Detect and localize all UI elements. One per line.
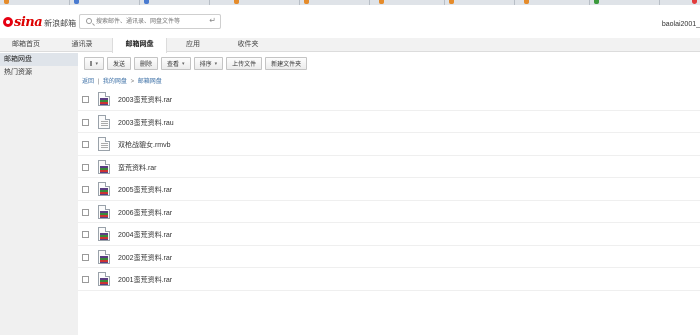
file-checkbox[interactable] bbox=[82, 118, 89, 126]
file-checkbox[interactable] bbox=[82, 253, 89, 261]
file-name[interactable]: 2006蛮荒资料.rar bbox=[118, 208, 172, 218]
file-name[interactable]: 蛮荒资料.rar bbox=[118, 163, 157, 173]
tab-apps[interactable]: 应用 bbox=[167, 38, 219, 52]
archive-icon bbox=[98, 227, 110, 241]
document-icon bbox=[98, 114, 110, 129]
file-name[interactable]: 双枪战貔女.rmvb bbox=[118, 140, 171, 150]
close-icon[interactable] bbox=[692, 0, 697, 4]
sidebar: 邮箱网盘 热门资源 bbox=[0, 53, 78, 335]
file-row[interactable]: 蛮荒资料.rar bbox=[78, 156, 700, 178]
file-row[interactable]: 2006蛮荒资料.rar bbox=[78, 201, 700, 223]
breadcrumb-root-link[interactable]: 我的网盘 bbox=[103, 79, 127, 85]
file-checkbox[interactable] bbox=[82, 276, 89, 283]
chevron-down-icon: ▾ bbox=[95, 60, 98, 67]
search-box[interactable]: ↵ bbox=[79, 14, 221, 29]
file-checkbox[interactable] bbox=[82, 96, 89, 103]
archive-icon bbox=[98, 249, 110, 264]
archive-icon bbox=[98, 92, 110, 106]
file-row[interactable]: 2001蛮荒资料.rar bbox=[78, 268, 700, 291]
header: sina 新浪邮箱 ↵ baolai2001_ bbox=[0, 5, 700, 38]
file-name[interactable]: 2002蛮荒资料.rar bbox=[118, 253, 172, 263]
breadcrumb-separator: > bbox=[130, 79, 135, 85]
view-dropdown[interactable]: 查看 ▾ bbox=[161, 57, 191, 70]
file-row[interactable]: 2002蛮荒资料.rar bbox=[78, 246, 700, 268]
breadcrumb-current: 邮箱网盘 bbox=[137, 79, 162, 85]
file-list: 2003蛮荒资料.rar 2003蛮荒资料.rau 双枪战貔女.rmvb 蛮荒资… bbox=[78, 88, 700, 291]
send-button[interactable]: 发送 bbox=[107, 57, 132, 70]
main-nav: 邮箱首页 通讯录 邮箱网盘 应用 收件夹 bbox=[0, 38, 700, 53]
select-all-dropdown[interactable]: ▾ bbox=[84, 57, 104, 70]
sort-dropdown[interactable]: 排序 ▾ bbox=[193, 57, 224, 70]
search-input[interactable] bbox=[96, 17, 208, 26]
breadcrumb-back-link[interactable]: 返回 bbox=[82, 79, 94, 85]
toolbar: ▾ 发送 删除 查看 ▾ 排序 ▾ 上传文件 新建文件夹 bbox=[84, 57, 308, 70]
file-row[interactable]: 2004蛮荒资料.rar bbox=[78, 223, 700, 246]
checkbox-icon bbox=[90, 61, 93, 66]
chevron-down-icon: ▾ bbox=[182, 60, 185, 67]
file-name[interactable]: 2005蛮荒资料.rar bbox=[118, 185, 172, 195]
file-name[interactable]: 2001蛮荒资料.rar bbox=[118, 275, 172, 285]
breadcrumb-separator: | bbox=[97, 79, 100, 85]
archive-icon bbox=[98, 204, 110, 219]
file-checkbox[interactable] bbox=[82, 141, 89, 148]
enter-icon[interactable]: ↵ bbox=[209, 16, 216, 25]
sina-eye-icon bbox=[3, 17, 13, 27]
sort-label: 排序 bbox=[199, 62, 212, 68]
new-folder-button[interactable]: 新建文件夹 bbox=[265, 57, 308, 70]
tab-netdisk[interactable]: 邮箱网盘 bbox=[112, 38, 167, 53]
file-name[interactable]: 2003蛮荒资料.rar bbox=[118, 95, 172, 105]
tab-contacts[interactable]: 通讯录 bbox=[52, 38, 112, 52]
view-label: 查看 bbox=[167, 62, 180, 68]
file-checkbox[interactable] bbox=[82, 186, 89, 193]
user-name[interactable]: baolai2001_ bbox=[662, 21, 700, 28]
file-checkbox[interactable] bbox=[82, 208, 89, 216]
file-checkbox[interactable] bbox=[82, 231, 89, 238]
file-row[interactable]: 2005蛮荒资料.rar bbox=[78, 178, 700, 201]
archive-icon bbox=[98, 182, 110, 196]
file-row[interactable]: 双枪战貔女.rmvb bbox=[78, 133, 700, 156]
file-name[interactable]: 2003蛮荒资料.rau bbox=[118, 118, 174, 128]
archive-icon bbox=[98, 272, 110, 286]
sidebar-item-hot-resources[interactable]: 热门资源 bbox=[0, 66, 78, 79]
sidebar-item-netdisk[interactable]: 邮箱网盘 bbox=[0, 53, 78, 66]
logo-wordmark: sina bbox=[14, 14, 43, 30]
sina-logo[interactable]: sina 新浪邮箱 bbox=[3, 14, 76, 30]
tab-inbox-folder[interactable]: 收件夹 bbox=[219, 38, 277, 52]
file-checkbox[interactable] bbox=[82, 163, 89, 171]
logo-product-name: 新浪邮箱 bbox=[44, 18, 77, 28]
search-icon[interactable] bbox=[86, 18, 92, 24]
chevron-down-icon: ▾ bbox=[214, 60, 218, 67]
archive-icon bbox=[98, 159, 110, 174]
breadcrumb: 返回 | 我的网盘 > 邮箱网盘 bbox=[82, 76, 162, 85]
file-row[interactable]: 2003蛮荒资料.rau bbox=[78, 111, 700, 133]
document-icon bbox=[98, 137, 110, 151]
tab-mail-home[interactable]: 邮箱首页 bbox=[0, 38, 52, 52]
upload-file-button[interactable]: 上传文件 bbox=[226, 57, 263, 70]
file-name[interactable]: 2004蛮荒资料.rar bbox=[118, 230, 172, 240]
file-row[interactable]: 2003蛮荒资料.rar bbox=[78, 88, 700, 111]
delete-button[interactable]: 删除 bbox=[134, 57, 159, 70]
